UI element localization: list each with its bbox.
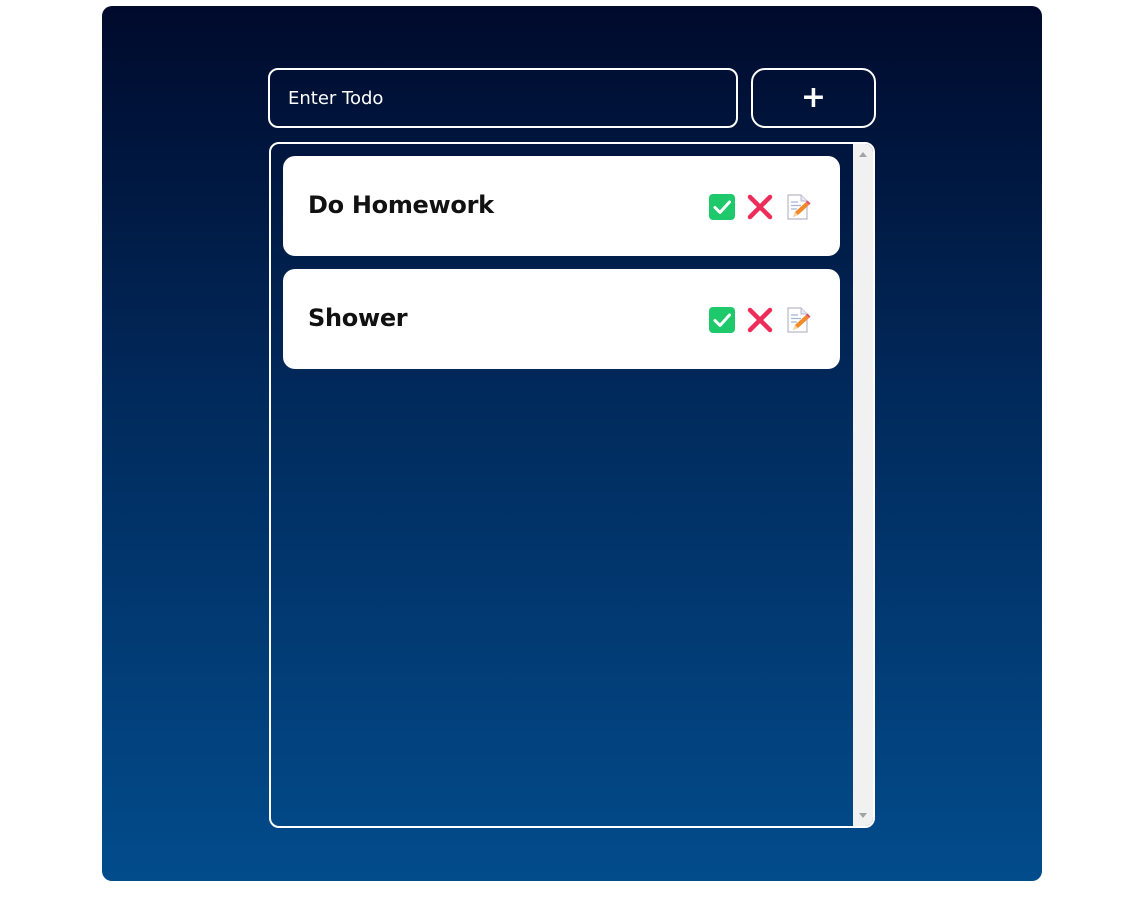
scrollbar[interactable] — [853, 144, 873, 826]
scroll-up-arrow[interactable] — [859, 152, 867, 157]
todo-input[interactable] — [268, 68, 738, 128]
todo-list[interactable]: Do Homework Shower — [269, 142, 875, 828]
close-icon[interactable] — [746, 306, 774, 334]
todo-text: Do Homework — [308, 191, 494, 219]
close-icon[interactable] — [746, 193, 774, 221]
todo-text: Shower — [308, 304, 408, 332]
edit-icon[interactable] — [784, 193, 812, 221]
todo-item: Do Homework — [283, 156, 840, 256]
check-icon[interactable] — [708, 306, 736, 334]
scroll-down-arrow[interactable] — [859, 813, 867, 818]
todo-item: Shower — [283, 269, 840, 369]
edit-icon[interactable] — [784, 306, 812, 334]
add-todo-button[interactable]: + — [751, 68, 876, 128]
check-icon[interactable] — [708, 193, 736, 221]
